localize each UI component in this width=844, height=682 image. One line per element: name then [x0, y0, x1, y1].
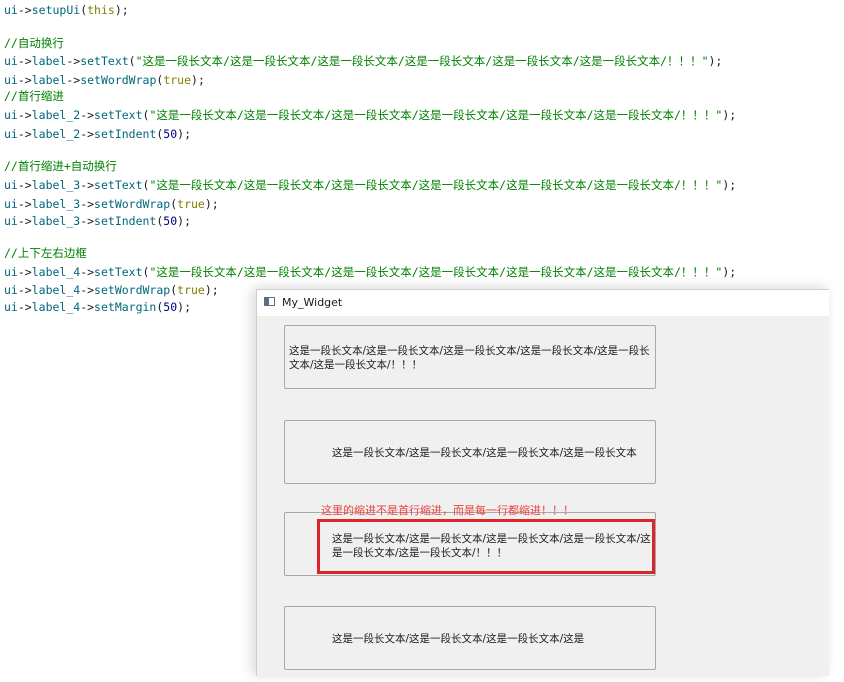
label-margin: 这是一段长文本/这是一段长文本/这是一段长文本/这是: [284, 606, 656, 670]
my-widget-window: My_Widget 这是一段长文本/这是一段长文本/这是一段长文本/这是一段长文…: [256, 289, 829, 676]
code-comment-autowrap: //自动换行: [4, 36, 64, 50]
code-line-label3-wordwrap: ui->label_3->setWordWrap(true);: [4, 197, 219, 211]
code-comment-indent-wrap: //首行缩进+自动换行: [4, 159, 117, 173]
code-line-label4-settext: ui->label_4->setText("这是一段长文本/这是一段长文本/这是…: [4, 265, 737, 279]
code-line-label3-indent: ui->label_3->setIndent(50);: [4, 214, 192, 228]
code-line-label2-indent: ui->label_2->setIndent(50);: [4, 127, 192, 141]
label-autowrap-text: 这是一段长文本/这是一段长文本/这是一段长文本/这是一段长文本/这是一段长文本/…: [289, 345, 650, 371]
code-line-label-settext: ui->label->setText("这是一段长文本/这是一段长文本/这是一段…: [4, 54, 723, 68]
window-titlebar[interactable]: My_Widget: [257, 290, 829, 316]
code-line-label4-wordwrap: ui->label_4->setWordWrap(true);: [4, 283, 219, 297]
code-line-label3-settext: ui->label_3->setText("这是一段长文本/这是一段长文本/这是…: [4, 178, 737, 192]
label-autowrap: 这是一段长文本/这是一段长文本/这是一段长文本/这是一段长文本/这是一段长文本/…: [284, 325, 656, 389]
window-app-icon: [264, 297, 275, 306]
annotation-note: 这里的缩进不是首行缩进，而是每一行都缩进！！！: [321, 504, 574, 517]
code-comment-indent: //首行缩进: [4, 89, 64, 103]
label-margin-text: 这是一段长文本/这是一段长文本/这是一段长文本/这是: [332, 633, 585, 645]
code-line-label4-margin: ui->label_4->setMargin(50);: [4, 300, 192, 314]
label-indent-text: 这是一段长文本/这是一段长文本/这是一段长文本/这是一段长文本: [332, 447, 637, 459]
code-line-label2-settext: ui->label_2->setText("这是一段长文本/这是一段长文本/这是…: [4, 108, 737, 122]
label-indent: 这是一段长文本/这是一段长文本/这是一段长文本/这是一段长文本: [284, 420, 656, 484]
code-line-setup: ui->setupUi(this);: [4, 3, 129, 17]
window-title: My_Widget: [282, 296, 343, 309]
code-comment-margin: //上下左右边框: [4, 246, 87, 260]
code-line-label-wordwrap: ui->label->setWordWrap(true);: [4, 73, 205, 87]
highlight-box: [317, 519, 655, 574]
